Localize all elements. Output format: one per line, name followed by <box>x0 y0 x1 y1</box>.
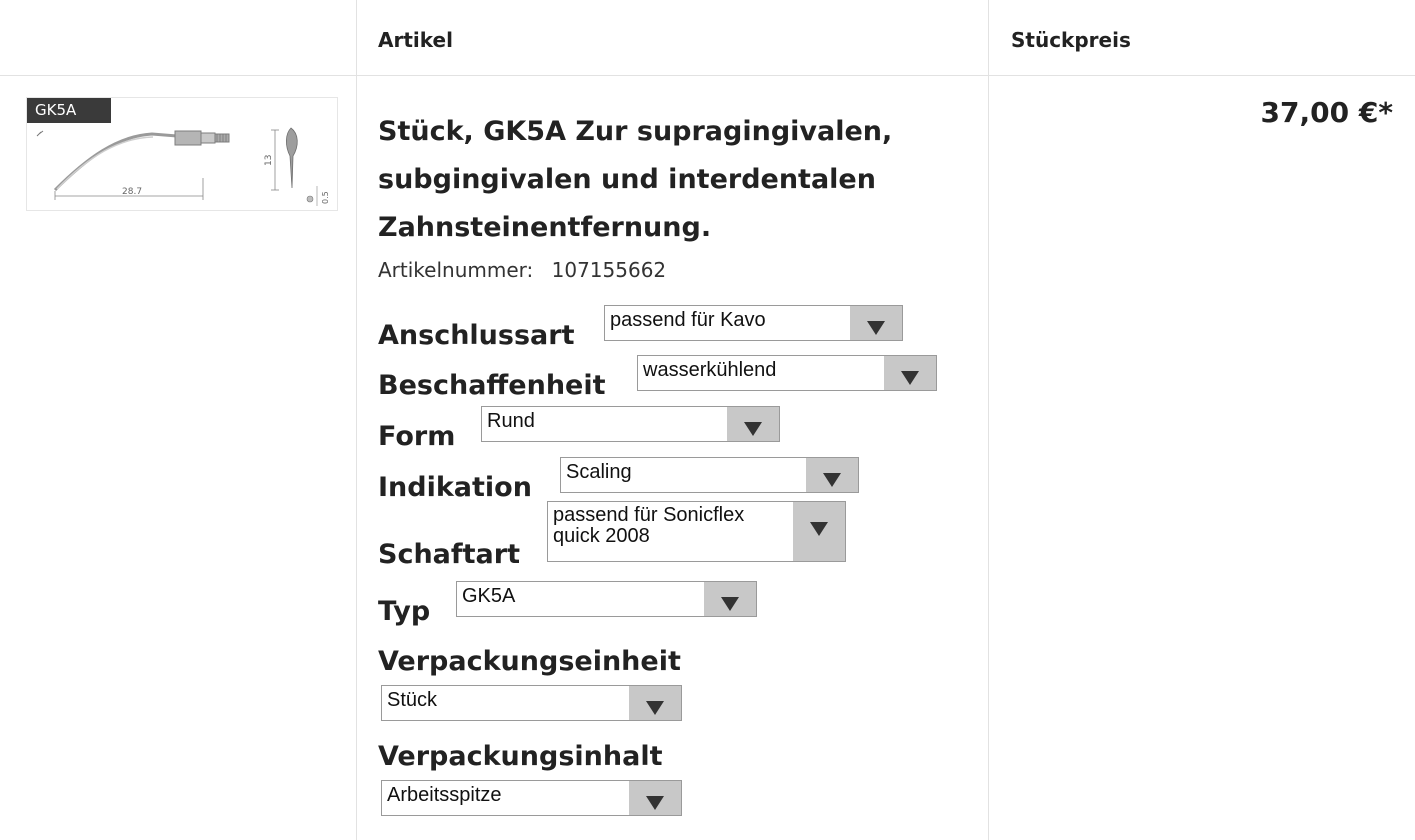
article-number-label: Artikelnummer: <box>378 258 534 282</box>
select-value: Rund <box>487 410 535 432</box>
chevron-down-icon <box>823 473 841 487</box>
option-label-anschlussart: Anschlussart <box>378 320 575 351</box>
column-header-artikel: Artikel <box>378 28 453 52</box>
select-form[interactable]: Rund <box>481 406 780 442</box>
select-value: GK5A <box>462 585 516 607</box>
dropdown-button[interactable] <box>704 582 756 616</box>
dropdown-button[interactable] <box>629 781 681 815</box>
scaler-tip-drawing: 28.7 13 0.5 <box>36 127 330 206</box>
chevron-down-icon <box>721 597 739 611</box>
select-value: Arbeitsspitze <box>387 784 502 806</box>
select-value: passend für Sonicflex quick 2008 <box>553 504 745 547</box>
select-verpackungseinheit[interactable]: Stück <box>381 685 682 721</box>
header-divider <box>0 75 1415 76</box>
chevron-down-icon <box>646 701 664 715</box>
option-label-schaftart: Schaftart <box>378 539 520 570</box>
chevron-down-icon <box>646 796 664 810</box>
column-header-stueckpreis: Stückpreis <box>1011 28 1131 52</box>
select-value: wasserkühlend <box>643 359 777 381</box>
chevron-down-icon <box>867 321 885 335</box>
select-value: Stück <box>387 689 438 711</box>
option-label-indikation: Indikation <box>378 472 532 503</box>
dropdown-button[interactable] <box>884 356 936 390</box>
select-anschlussart[interactable]: passend für Kavo <box>604 305 903 341</box>
column-divider <box>356 0 357 840</box>
dropdown-button[interactable] <box>793 502 845 561</box>
dropdown-button[interactable] <box>727 407 779 441</box>
dropdown-button[interactable] <box>806 458 858 492</box>
dimension-tip: 0.5 <box>321 191 330 204</box>
select-schaftart[interactable]: passend für Sonicflex quick 2008 <box>547 501 846 562</box>
option-label-verpackungseinheit: Verpackungseinheit <box>378 646 681 677</box>
option-label-verpackungsinhalt: Verpackungsinhalt <box>378 741 663 772</box>
select-indikation[interactable]: Scaling <box>560 457 859 493</box>
dropdown-button[interactable] <box>850 306 902 340</box>
chevron-down-icon <box>744 422 762 436</box>
select-value: passend für Kavo <box>610 309 766 331</box>
column-divider <box>988 0 989 840</box>
dimension-length: 28.7 <box>122 187 142 197</box>
select-verpackungsinhalt[interactable]: Arbeitsspitze <box>381 780 682 816</box>
select-beschaffenheit[interactable]: wasserkühlend <box>637 355 937 391</box>
select-value: Scaling <box>566 461 632 483</box>
option-label-beschaffenheit: Beschaffenheit <box>378 370 606 401</box>
article-number-value: 107155662 <box>551 258 667 282</box>
chevron-down-icon <box>810 522 828 536</box>
product-image[interactable]: GK5A 28.7 13 0.5 <box>26 97 338 211</box>
article-number: Artikelnummer: 107155662 <box>378 258 666 282</box>
option-label-form: Form <box>378 421 456 452</box>
option-label-typ: Typ <box>378 596 431 627</box>
chevron-down-icon <box>901 371 919 385</box>
select-typ[interactable]: GK5A <box>456 581 757 617</box>
dropdown-button[interactable] <box>629 686 681 720</box>
dimension-height: 13 <box>264 155 274 166</box>
unit-price: 37,00 €* <box>1260 96 1393 129</box>
product-title[interactable]: Stück, GK5A Zur supragingivalen, subging… <box>378 108 958 252</box>
